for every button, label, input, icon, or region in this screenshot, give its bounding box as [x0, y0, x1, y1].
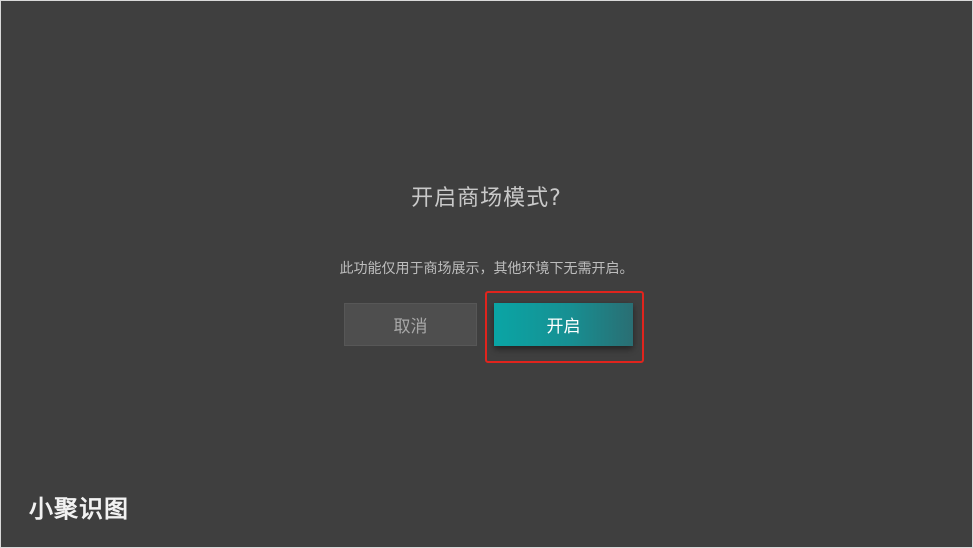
- dialog-message: 此功能仅用于商场展示，其他环境下无需开启。: [339, 261, 634, 277]
- dialog-title: 开启商场模式?: [411, 186, 562, 211]
- watermark: 小聚识图: [29, 495, 129, 523]
- cancel-button-label: 取消: [393, 317, 428, 337]
- highlight-annotation-box: [485, 291, 644, 363]
- cancel-button[interactable]: 取消: [344, 303, 477, 346]
- tv-screen: 开启商场模式? 此功能仅用于商场展示，其他环境下无需开启。 取消 开启 小聚识图: [0, 0, 973, 548]
